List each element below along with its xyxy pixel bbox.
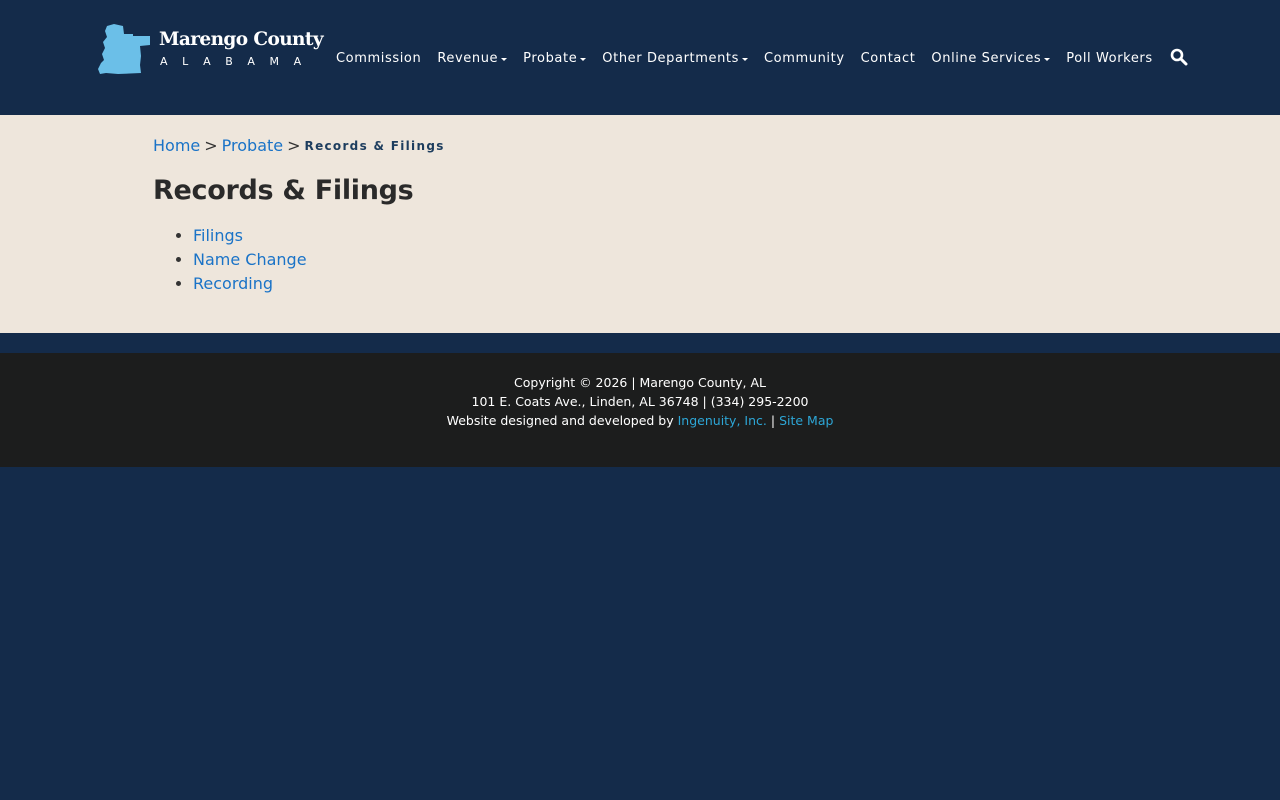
list-item: Name Change — [193, 248, 307, 272]
nav-other-departments[interactable]: Other Departments — [602, 51, 748, 66]
county-map-icon — [98, 24, 150, 74]
footer-divider: | — [770, 413, 776, 428]
list-item: Filings — [193, 224, 307, 248]
page-title: Records & Filings — [153, 175, 414, 206]
site-header: Marengo County ALABAMA Commission Revenu… — [0, 0, 1280, 115]
search-icon — [1170, 48, 1188, 66]
site-logo[interactable]: Marengo County ALABAMA — [98, 23, 324, 75]
footer-credit-prefix: Website designed and developed by — [446, 413, 674, 428]
footer-address: 101 E. Coats Ave., Linden, AL 36748 | (3… — [471, 394, 809, 409]
link-recording[interactable]: Recording — [193, 274, 273, 293]
footer-copyright: Copyright © 2026 | Marengo County, AL — [514, 375, 766, 390]
nav-commission[interactable]: Commission — [336, 51, 421, 66]
nav-commission-label: Commission — [336, 50, 422, 66]
caret-down-icon — [741, 57, 748, 61]
list-item: Recording — [193, 272, 307, 296]
search-button[interactable] — [1170, 48, 1188, 66]
site-footer: Copyright © 2026 | Marengo County, AL 10… — [0, 353, 1280, 467]
logo-state: ALABAMA — [160, 55, 316, 68]
logo-name: Marengo County — [159, 29, 324, 50]
caret-down-icon — [580, 57, 587, 61]
nav-online-services[interactable]: Online Services — [931, 50, 1051, 66]
caret-down-icon — [501, 57, 508, 61]
breadcrumb-separator: > — [287, 136, 301, 155]
sitemap-link[interactable]: Site Map — [779, 413, 833, 428]
nav-community-label: Community — [763, 50, 845, 66]
nav-probate[interactable]: Probate — [523, 50, 587, 66]
nav-community[interactable]: Community — [764, 51, 845, 66]
breadcrumb-separator: > — [204, 136, 218, 155]
link-name-change[interactable]: Name Change — [193, 250, 307, 269]
records-link-list: Filings Name Change Recording — [153, 224, 307, 296]
nav-probate-label: Probate — [523, 50, 578, 66]
caret-down-icon — [1044, 57, 1051, 61]
main-content: Home > Probate > Records & Filings Records &… — [0, 115, 1280, 333]
breadcrumb-current: Records & Filings — [304, 139, 445, 153]
nav-revenue-label: Revenue — [437, 50, 499, 66]
breadcrumb: Home > Probate > Records & Filings — [153, 136, 445, 155]
link-filings[interactable]: Filings — [193, 226, 243, 245]
nav-revenue[interactable]: Revenue — [437, 50, 508, 66]
nav-poll-workers-label: Poll Workers — [1066, 50, 1153, 66]
main-nav: Commission Revenue Probate Other Departm… — [336, 48, 1153, 68]
nav-contact-label: Contact — [860, 50, 916, 66]
ingenuity-link[interactable]: Ingenuity, Inc. — [678, 413, 767, 428]
nav-online-services-label: Online Services — [931, 50, 1042, 66]
breadcrumb-home[interactable]: Home — [153, 136, 200, 155]
breadcrumb-probate[interactable]: Probate — [222, 136, 283, 155]
nav-contact[interactable]: Contact — [861, 51, 916, 66]
nav-poll-workers[interactable]: Poll Workers — [1066, 51, 1152, 66]
footer-credit: Website designed and developed by Ingenu… — [0, 411, 1280, 430]
nav-other-departments-label: Other Departments — [602, 50, 739, 66]
